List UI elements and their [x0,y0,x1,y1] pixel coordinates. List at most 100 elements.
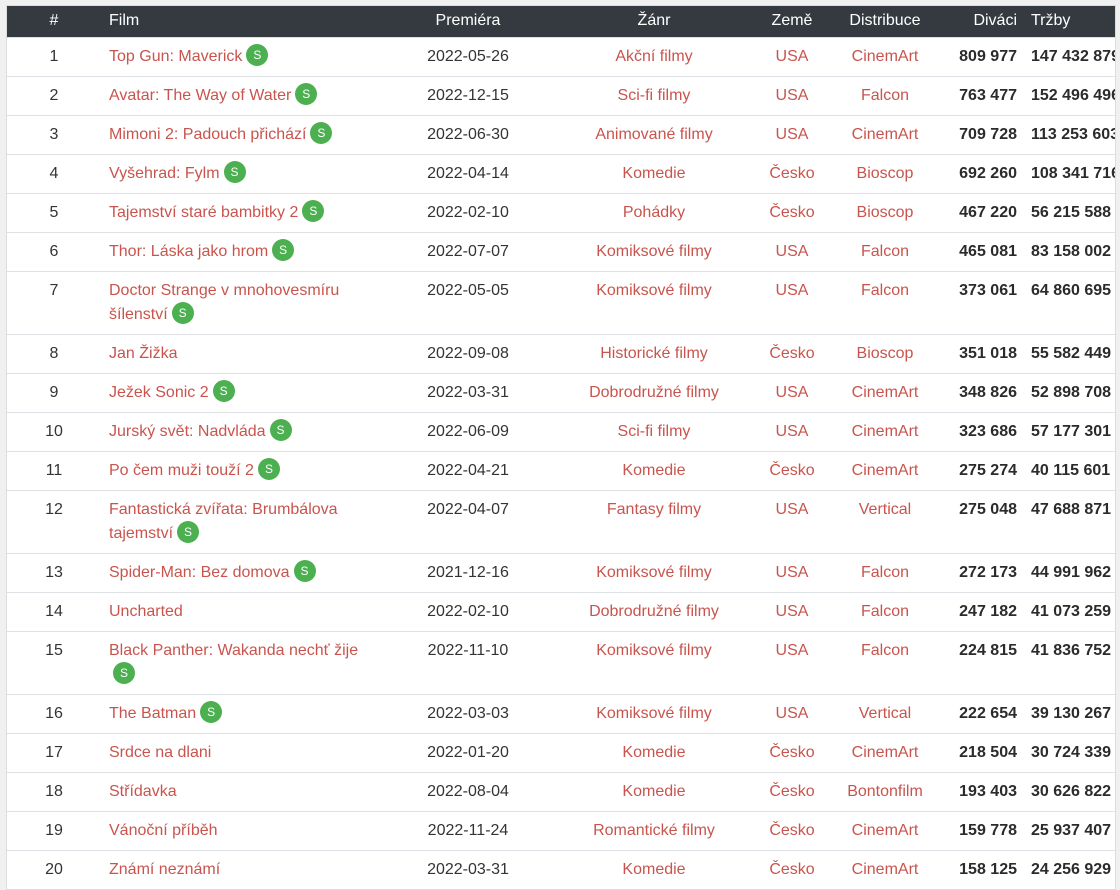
badge-s-icon[interactable]: S [223,161,246,184]
badge-s-icon[interactable]: S [212,380,235,403]
country-link[interactable]: USA [776,642,809,659]
badge-s-icon[interactable]: S [177,521,200,544]
distribution-link[interactable]: CinemArt [852,48,919,65]
country-link[interactable]: USA [776,384,809,401]
header-rank[interactable]: # [7,6,101,37]
badge-s-icon[interactable]: S [257,458,280,481]
genre-link[interactable]: Animované filmy [595,126,712,143]
badge-s-icon[interactable]: S [200,701,223,724]
film-link[interactable]: The Batman [109,705,196,722]
badge-s-icon[interactable]: S [272,239,295,262]
film-link[interactable]: Po čem muži touží 2 [109,462,254,479]
genre-link[interactable]: Romantické filmy [593,822,715,839]
header-genre[interactable]: Žánr [561,6,747,37]
film-link[interactable]: Mimoni 2: Padouch přichází [109,126,306,143]
country-link[interactable]: Česko [769,822,814,839]
country-link[interactable]: Česko [769,783,814,800]
country-link[interactable]: Česko [769,345,814,362]
genre-link[interactable]: Komiksové filmy [596,705,712,722]
distribution-link[interactable]: CinemArt [852,861,919,878]
film-link[interactable]: Ježek Sonic 2 [109,384,209,401]
film-link[interactable]: Jurský svět: Nadvláda [109,423,266,440]
distribution-link[interactable]: Vertical [859,501,911,518]
header-revenue[interactable]: Tržby [1023,6,1115,37]
distribution-link[interactable]: Falcon [861,282,909,299]
film-link[interactable]: Srdce na dlani [109,744,211,761]
distribution-link[interactable]: CinemArt [852,423,919,440]
genre-link[interactable]: Pohádky [623,204,685,221]
badge-s-icon[interactable]: S [302,200,325,223]
distribution-link[interactable]: Bioscop [857,345,914,362]
badge-s-icon[interactable]: S [246,44,269,67]
country-link[interactable]: USA [776,705,809,722]
genre-link[interactable]: Sci-fi filmy [618,423,691,440]
film-link[interactable]: Black Panther: Wakanda nechť žije [109,642,358,659]
film-link[interactable]: Uncharted [109,603,183,620]
genre-link[interactable]: Komedie [622,744,685,761]
genre-link[interactable]: Dobrodružné filmy [589,384,719,401]
header-viewers[interactable]: Diváci [933,6,1023,37]
genre-link[interactable]: Sci-fi filmy [618,87,691,104]
distribution-link[interactable]: Falcon [861,603,909,620]
distribution-link[interactable]: Bioscop [857,165,914,182]
distribution-link[interactable]: CinemArt [852,462,919,479]
genre-link[interactable]: Fantasy filmy [607,501,701,518]
film-link[interactable]: Střídavka [109,783,177,800]
distribution-link[interactable]: CinemArt [852,384,919,401]
film-link[interactable]: Avatar: The Way of Water [109,87,291,104]
genre-link[interactable]: Komedie [622,861,685,878]
header-premiere[interactable]: Premiéra [375,6,561,37]
film-link[interactable]: Top Gun: Maverick [109,48,242,65]
distribution-link[interactable]: CinemArt [852,822,919,839]
country-link[interactable]: USA [776,126,809,143]
country-link[interactable]: Česko [769,744,814,761]
film-link[interactable]: Tajemství staré bambitky 2 [109,204,298,221]
country-link[interactable]: USA [776,603,809,620]
genre-link[interactable]: Komedie [622,462,685,479]
country-link[interactable]: USA [776,282,809,299]
header-film[interactable]: Film [101,6,375,37]
country-link[interactable]: Česko [769,861,814,878]
badge-s-icon[interactable]: S [295,83,318,106]
header-distribution[interactable]: Distribuce [837,6,933,37]
distribution-link[interactable]: Vertical [859,705,911,722]
distribution-link[interactable]: Falcon [861,642,909,659]
distribution-link[interactable]: Bontonfilm [847,783,923,800]
genre-link[interactable]: Dobrodružné filmy [589,603,719,620]
country-link[interactable]: USA [776,243,809,260]
distribution-link[interactable]: Bioscop [857,204,914,221]
country-link[interactable]: USA [776,87,809,104]
genre-link[interactable]: Komedie [622,165,685,182]
film-link[interactable]: Thor: Láska jako hrom [109,243,268,260]
genre-link[interactable]: Akční filmy [615,48,692,65]
genre-link[interactable]: Komiksové filmy [596,642,712,659]
badge-s-icon[interactable]: S [269,419,292,442]
badge-s-icon[interactable]: S [310,122,333,145]
country-link[interactable]: Česko [769,462,814,479]
distribution-link[interactable]: CinemArt [852,744,919,761]
film-link[interactable]: Vánoční příběh [109,822,218,839]
header-country[interactable]: Země [747,6,837,37]
genre-link[interactable]: Komiksové filmy [596,282,712,299]
badge-s-icon[interactable]: S [171,302,194,325]
badge-s-icon[interactable]: S [293,560,316,583]
country-link[interactable]: USA [776,423,809,440]
distribution-link[interactable]: Falcon [861,87,909,104]
distribution-link[interactable]: CinemArt [852,126,919,143]
genre-link[interactable]: Historické filmy [600,345,708,362]
genre-link[interactable]: Komedie [622,783,685,800]
country-link[interactable]: Česko [769,204,814,221]
film-link[interactable]: Fantastická zvířata: Brumbálova tajemstv… [109,501,338,542]
country-link[interactable]: USA [776,48,809,65]
genre-link[interactable]: Komiksové filmy [596,564,712,581]
distribution-link[interactable]: Falcon [861,564,909,581]
film-link[interactable]: Vyšehrad: Fylm [109,165,220,182]
country-link[interactable]: USA [776,564,809,581]
film-link[interactable]: Doctor Strange v mnohovesmíru šílenství [109,282,339,323]
genre-link[interactable]: Komiksové filmy [596,243,712,260]
country-link[interactable]: Česko [769,165,814,182]
film-link[interactable]: Jan Žižka [109,345,177,362]
distribution-link[interactable]: Falcon [861,243,909,260]
film-link[interactable]: Spider-Man: Bez domova [109,564,290,581]
country-link[interactable]: USA [776,501,809,518]
